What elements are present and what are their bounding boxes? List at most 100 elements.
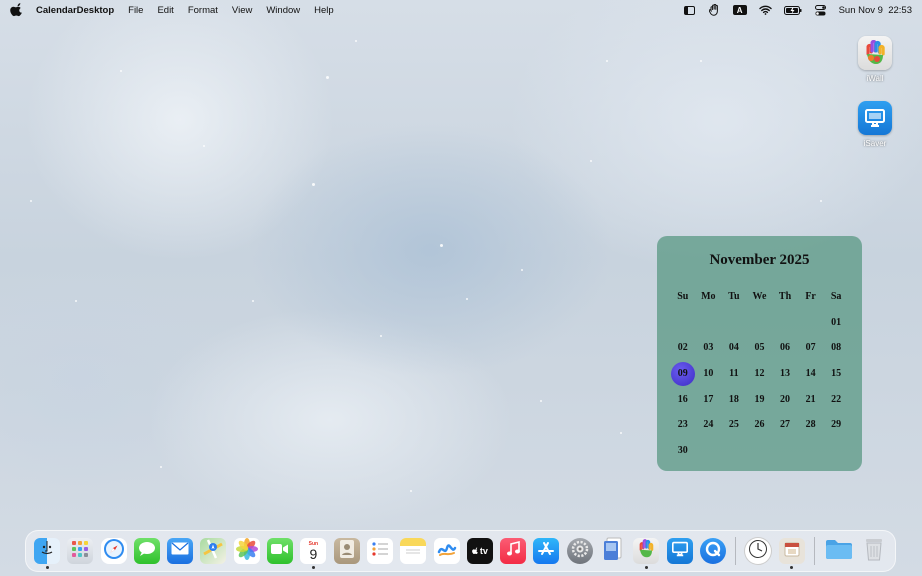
- dock-facetime[interactable]: [267, 538, 294, 564]
- calendar-day[interactable]: 16: [670, 394, 696, 405]
- calendar-week-row: 01: [670, 310, 849, 336]
- dock-trash[interactable]: [861, 538, 887, 564]
- control-center-icon[interactable]: [814, 4, 827, 16]
- calendar-day-number: 23: [677, 419, 688, 431]
- dock-tv[interactable]: tv: [466, 538, 493, 564]
- hand-paint-icon: [637, 538, 655, 564]
- calendar-day-number: 30: [677, 444, 688, 456]
- dock-photos[interactable]: [233, 537, 260, 564]
- menu-view[interactable]: View: [232, 5, 252, 16]
- calendar-day[interactable]: 20: [772, 394, 798, 405]
- dock-contacts[interactable]: [333, 538, 360, 564]
- keyboard-input-icon[interactable]: A: [732, 5, 747, 15]
- calendar-day[interactable]: 10: [696, 368, 722, 379]
- dock-launchpad[interactable]: [67, 538, 94, 564]
- dock-quicktime[interactable]: [699, 538, 726, 564]
- calendar-day[interactable]: 12: [747, 368, 773, 379]
- dock-downloads-folder[interactable]: [824, 538, 854, 564]
- menu-file[interactable]: File: [128, 5, 143, 16]
- dock-calendar[interactable]: Sun 9: [300, 538, 327, 569]
- dock-notes[interactable]: [400, 538, 427, 564]
- calendar-day[interactable]: 11: [721, 368, 747, 379]
- menu-window[interactable]: Window: [266, 5, 300, 16]
- calendar-day-number: 01: [831, 316, 842, 328]
- calendar-day-number: 18: [728, 393, 739, 405]
- calendar-day[interactable]: 25: [721, 419, 747, 430]
- dock-finder[interactable]: [34, 538, 60, 569]
- calendar-day-number: 09: [677, 368, 688, 380]
- calendar-day[interactable]: 22: [823, 394, 849, 405]
- apple-menu-icon[interactable]: [10, 3, 24, 17]
- calendar-day[interactable]: 24: [696, 419, 722, 430]
- dock-maps[interactable]: [200, 538, 227, 564]
- calendar-day[interactable]: 15: [823, 368, 849, 379]
- dock-music[interactable]: [500, 538, 527, 564]
- calendar-day[interactable]: 30: [670, 445, 696, 456]
- dock-messages[interactable]: [133, 538, 160, 564]
- calendar-day[interactable]: 27: [772, 419, 798, 430]
- dock-separator: [735, 537, 737, 565]
- desktop-icon-label: iWall: [866, 74, 884, 83]
- calendar-day-number: 22: [831, 393, 842, 405]
- calendar-day[interactable]: 01: [823, 317, 849, 328]
- dock-freeform[interactable]: [433, 538, 460, 564]
- menu-edit[interactable]: Edit: [157, 5, 173, 16]
- calendar-day[interactable]: 29: [823, 419, 849, 430]
- dock-reminders[interactable]: [366, 538, 393, 564]
- launchpad-icon: [71, 540, 89, 563]
- gear-icon: [570, 539, 590, 564]
- calendar-day[interactable]: 26: [747, 419, 773, 430]
- desktop-icon-iwall[interactable]: iWall: [850, 36, 900, 83]
- calendar-month-title: November 2025: [709, 252, 810, 268]
- preview-icon: [602, 537, 624, 566]
- menu-help[interactable]: Help: [314, 5, 334, 16]
- menubar-clock[interactable]: Sun Nov 9 22:53: [839, 5, 912, 16]
- calendar-day[interactable]: 05: [747, 342, 773, 353]
- calendar-day-number: 12: [754, 368, 765, 380]
- menu-format[interactable]: Format: [188, 5, 218, 16]
- calendar-day[interactable]: 07: [798, 342, 824, 353]
- calendar-day[interactable]: 14: [798, 368, 824, 379]
- calendar-day[interactable]: 21: [798, 394, 824, 405]
- calendar-day[interactable]: 13: [772, 368, 798, 379]
- trash-icon: [864, 537, 884, 566]
- desktop-icon-isaver[interactable]: iSaver: [850, 101, 900, 148]
- calendar-day[interactable]: 18: [721, 394, 747, 405]
- calendar-day[interactable]: 19: [747, 394, 773, 405]
- dock-app-store[interactable]: [533, 538, 560, 564]
- calendar-day[interactable]: 06: [772, 342, 798, 353]
- calendar-day-number: 08: [831, 342, 842, 354]
- dock-clock[interactable]: [745, 538, 772, 564]
- calendar-day[interactable]: 08: [823, 342, 849, 353]
- calendar-day[interactable]: 28: [798, 419, 824, 430]
- sidebar-icon[interactable]: [683, 4, 696, 16]
- dock-safari[interactable]: [100, 538, 127, 564]
- monitor-icon: [858, 101, 892, 135]
- dock-preview[interactable]: [600, 537, 626, 566]
- dock-iwall[interactable]: [633, 538, 660, 569]
- wifi-icon[interactable]: [758, 4, 772, 16]
- dock-system-settings[interactable]: [566, 538, 593, 564]
- weekday-label: Mo: [701, 291, 716, 303]
- dock-calendar-desktop[interactable]: [778, 538, 805, 569]
- dock-mail[interactable]: [167, 538, 194, 564]
- dock-isaver[interactable]: [666, 538, 693, 564]
- calendar-day-today[interactable]: 09: [670, 368, 696, 379]
- menu-app-name[interactable]: CalendarDesktop: [36, 5, 114, 16]
- calendar-day[interactable]: 17: [696, 394, 722, 405]
- contacts-icon: [338, 539, 356, 564]
- hand-icon[interactable]: [708, 4, 721, 16]
- weekday-label: Tu: [728, 291, 740, 303]
- calendar-day[interactable]: 23: [670, 419, 696, 430]
- calendar-day[interactable]: 02: [670, 342, 696, 353]
- calendar-widget: November 2025 Su Mo Tu We Th Fr Sa 01 02 0…: [657, 236, 862, 471]
- calendar-day-number: 05: [754, 342, 765, 354]
- monitor-icon: [671, 541, 689, 562]
- calendar-day[interactable]: 03: [696, 342, 722, 353]
- battery-icon[interactable]: [783, 4, 802, 16]
- folder-icon: [825, 538, 853, 565]
- calendar-day[interactable]: 04: [721, 342, 747, 353]
- facetime-icon: [271, 542, 289, 560]
- weekday-label: Fr: [805, 291, 816, 303]
- running-indicator: [790, 566, 794, 569]
